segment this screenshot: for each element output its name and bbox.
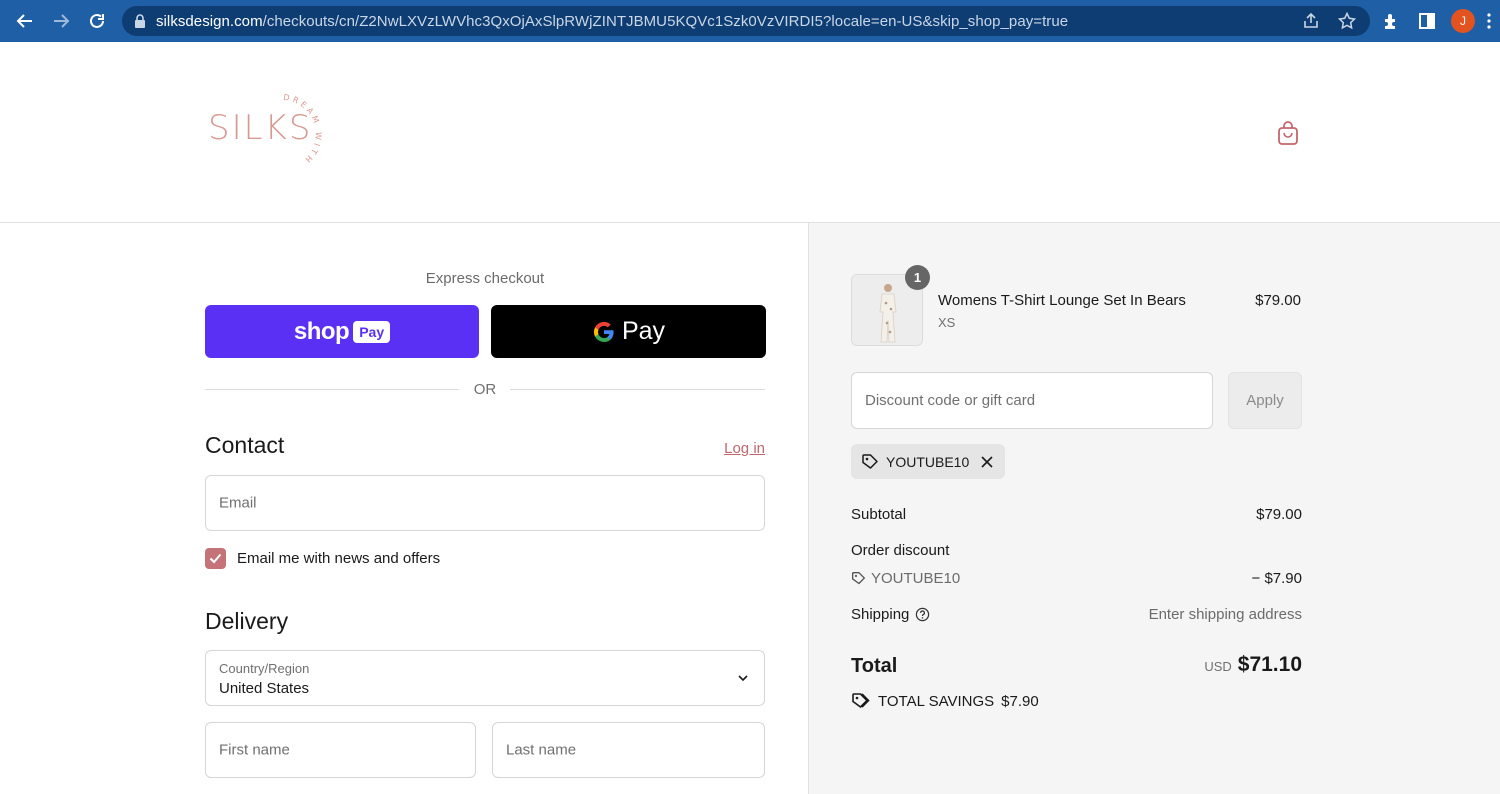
first-name-placeholder: First name <box>219 741 290 759</box>
total-amount: $71.10 <box>1237 653 1302 676</box>
shipping-row: Shipping <box>851 606 930 623</box>
share-icon[interactable] <box>1298 8 1324 34</box>
tag-icon <box>852 572 865 585</box>
discount-value: − $7.90 <box>1251 570 1302 587</box>
or-divider: OR <box>205 380 765 400</box>
savings-value: $7.90 <box>1001 692 1039 710</box>
shipping-value: Enter shipping address <box>1148 606 1302 623</box>
total-label: Total <box>851 655 898 677</box>
reload-icon[interactable] <box>84 8 110 34</box>
tag-icon <box>862 453 878 469</box>
side-panel-icon[interactable] <box>1414 8 1440 34</box>
savings-label: TOTAL SAVINGS <box>878 692 995 710</box>
browser-toolbar: silksdesign.com/checkouts/cn/Z2NwLXVzLWV… <box>0 0 1500 42</box>
contact-heading: Contact <box>205 432 285 458</box>
savings-tag-icon <box>852 693 870 708</box>
profile-avatar[interactable]: J <box>1451 9 1475 33</box>
product-name: Womens T-Shirt Lounge Set In Bears <box>938 292 1186 309</box>
google-pay-button[interactable]: Pay <box>491 305 766 358</box>
bookmark-star-icon[interactable] <box>1334 8 1360 34</box>
quantity-badge: 1 <box>905 265 930 290</box>
google-g-icon <box>593 321 614 342</box>
checkmark-icon <box>209 553 222 564</box>
extensions-icon[interactable] <box>1378 8 1404 34</box>
express-checkout-label: Express checkout <box>425 270 545 287</box>
order-summary: 1 Womens T-Shirt Lounge Set In Bears XS … <box>809 223 1500 794</box>
shop-pay-button[interactable]: shop Pay <box>205 305 479 358</box>
site-header: SILKS DREAM WITH US <box>0 42 1500 223</box>
email-field[interactable]: Email <box>205 475 765 531</box>
help-circle-icon[interactable] <box>915 607 930 622</box>
subtotal-label: Subtotal <box>851 506 907 523</box>
discount-code-field[interactable]: Discount code or gift card <box>851 372 1213 429</box>
url-text: silksdesign.com/checkouts/cn/Z2NwLXVzLWV… <box>156 12 1069 30</box>
log-in-link[interactable]: Log in <box>700 440 765 457</box>
apply-button[interactable]: Apply <box>1228 372 1302 429</box>
checkout-form: Express checkout shop Pay Pay OR Contact… <box>0 223 809 794</box>
remove-discount-close-icon[interactable] <box>979 454 995 470</box>
shipping-label: Shipping <box>851 606 910 623</box>
browser-menu-icon[interactable] <box>1482 8 1496 34</box>
newsletter-label: Email me with news and offers <box>237 550 441 567</box>
country-label: Country/Region <box>219 661 310 676</box>
email-placeholder: Email <box>219 494 257 512</box>
svg-text:DREAM WITH US: DREAM WITH US <box>205 92 323 166</box>
discount-code-row: YOUTUBE10 <box>851 570 960 587</box>
discount-code-label: YOUTUBE10 <box>871 570 961 587</box>
google-pay-label: Pay <box>621 317 666 345</box>
shop-pay-wordmark: shop <box>293 317 350 345</box>
last-name-field[interactable]: Last name <box>492 722 765 778</box>
silks-logo[interactable]: SILKS DREAM WITH US <box>205 92 340 172</box>
cart-bag-icon[interactable] <box>1276 120 1300 151</box>
or-label: OR <box>473 381 497 398</box>
first-name-field[interactable]: First name <box>205 722 476 778</box>
newsletter-option: Email me with news and offers <box>205 548 440 569</box>
total-savings: TOTAL SAVINGS $7.90 <box>851 692 1039 710</box>
order-discount-label: Order discount <box>851 542 950 559</box>
country-value: United States <box>219 680 310 697</box>
back-icon[interactable] <box>12 8 38 34</box>
product-price: $79.00 <box>1255 292 1301 309</box>
logo-tagline-ring: DREAM WITH US <box>205 92 323 166</box>
total-currency: USD <box>1204 659 1232 674</box>
delivery-heading: Delivery <box>205 608 289 634</box>
total-value: USD $71.10 <box>1101 653 1302 677</box>
product-variant: XS <box>938 315 956 330</box>
applied-discount-chip: YOUTUBE10 <box>851 444 1006 479</box>
shop-pay-pill: Pay <box>353 320 391 343</box>
chevron-down-icon <box>737 671 749 689</box>
forward-icon[interactable] <box>48 8 74 34</box>
address-bar[interactable]: silksdesign.com/checkouts/cn/Z2NwLXVzLWV… <box>122 6 1370 36</box>
last-name-placeholder: Last name <box>506 741 577 759</box>
country-select[interactable]: Country/Region United States <box>205 650 765 706</box>
discount-placeholder: Discount code or gift card <box>865 392 1036 409</box>
lock-icon <box>134 14 146 28</box>
subtotal-value: $79.00 <box>1256 506 1302 523</box>
newsletter-checkbox[interactable] <box>205 548 226 569</box>
applied-code-label: YOUTUBE10 <box>886 453 970 470</box>
